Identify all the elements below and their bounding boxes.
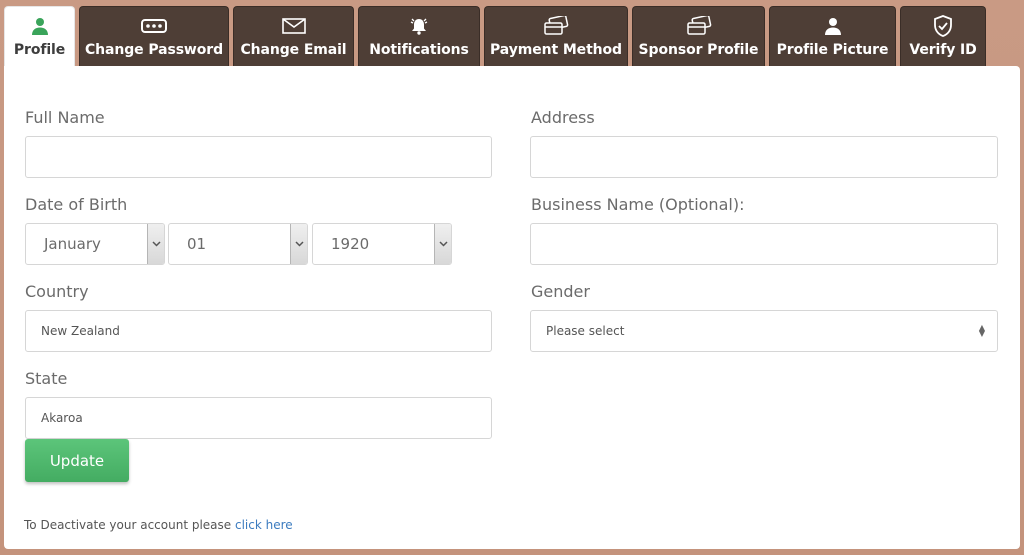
state-label: State bbox=[25, 369, 68, 388]
tab-change-password[interactable]: Change Password bbox=[79, 6, 229, 68]
dob-month-value: January bbox=[44, 235, 101, 253]
tab-label: Profile bbox=[13, 42, 66, 58]
dob-day-select[interactable]: 01 bbox=[168, 223, 308, 265]
tab-label: Payment Method bbox=[490, 42, 622, 58]
business-name-input[interactable] bbox=[530, 223, 998, 265]
tab-label: Change Email bbox=[240, 42, 347, 58]
deactivate-link[interactable]: click here bbox=[235, 518, 293, 532]
dob-year-value: 1920 bbox=[331, 235, 370, 253]
update-button[interactable]: Update bbox=[25, 439, 129, 482]
business-name-label: Business Name (Optional): bbox=[531, 195, 745, 214]
tab-sponsor-profile[interactable]: Sponsor Profile bbox=[632, 6, 765, 68]
address-label: Address bbox=[531, 108, 595, 127]
cards-icon bbox=[686, 15, 712, 37]
gender-select[interactable]: Please select ▲ ▼ bbox=[530, 310, 998, 352]
dob-month-select[interactable]: January bbox=[25, 223, 165, 265]
user-icon bbox=[824, 15, 842, 37]
full-name-label: Full Name bbox=[25, 108, 105, 127]
gender-label: Gender bbox=[531, 282, 590, 301]
address-input[interactable] bbox=[530, 136, 998, 178]
state-input[interactable]: Akaroa bbox=[25, 397, 492, 439]
bell-icon bbox=[409, 15, 429, 37]
country-label: Country bbox=[25, 282, 89, 301]
tab-label: Notifications bbox=[369, 42, 469, 58]
user-icon bbox=[31, 15, 49, 37]
tab-verify-id[interactable]: Verify ID bbox=[900, 6, 986, 68]
shield-icon bbox=[933, 15, 953, 37]
chevron-down-icon[interactable] bbox=[434, 224, 451, 264]
chevron-down-icon[interactable] bbox=[147, 224, 164, 264]
tab-profile-picture[interactable]: Profile Picture bbox=[769, 6, 896, 68]
dob-day-value: 01 bbox=[187, 235, 207, 253]
tab-notifications[interactable]: Notifications bbox=[358, 6, 480, 68]
profile-form-panel: Full Name Address Date of Birth January … bbox=[4, 66, 1020, 549]
tab-label: Sponsor Profile bbox=[638, 42, 759, 58]
tab-label: Verify ID bbox=[909, 42, 977, 58]
select-arrows-icon: ▲ ▼ bbox=[978, 323, 985, 338]
password-icon bbox=[141, 15, 167, 37]
dob-year-select[interactable]: 1920 bbox=[312, 223, 452, 265]
deactivate-text: To Deactivate your account please click … bbox=[24, 518, 293, 532]
envelope-icon bbox=[281, 15, 306, 37]
tab-payment-method[interactable]: Payment Method bbox=[484, 6, 628, 68]
deactivate-prefix: To Deactivate your account please bbox=[24, 518, 235, 532]
dob-label: Date of Birth bbox=[25, 195, 128, 214]
tab-label: Profile Picture bbox=[776, 42, 889, 58]
chevron-down-icon[interactable] bbox=[290, 224, 307, 264]
country-select[interactable]: New Zealand bbox=[25, 310, 492, 352]
gender-value: Please select bbox=[546, 324, 625, 338]
tab-profile[interactable]: Profile bbox=[4, 6, 75, 70]
tab-label: Change Password bbox=[84, 42, 224, 58]
cards-icon bbox=[543, 15, 569, 37]
tab-change-email[interactable]: Change Email bbox=[233, 6, 354, 68]
full-name-input[interactable] bbox=[25, 136, 492, 178]
